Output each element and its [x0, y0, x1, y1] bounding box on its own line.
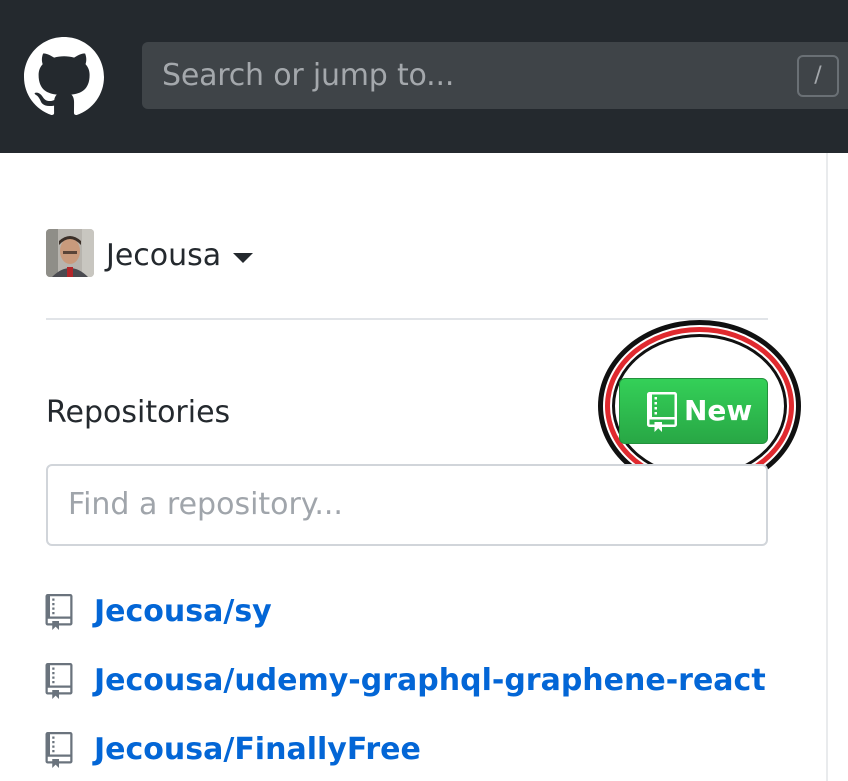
- divider: [46, 318, 768, 320]
- global-header: Search or jump to... /: [0, 0, 848, 153]
- find-repository-placeholder: Find a repository...: [68, 487, 343, 522]
- repositories-heading: Repositories: [46, 395, 231, 430]
- find-repository-input[interactable]: Find a repository...: [46, 464, 768, 546]
- github-octocat-icon[interactable]: [24, 37, 104, 117]
- new-repository-button[interactable]: New: [619, 378, 768, 444]
- search-input[interactable]: Search or jump to... /: [142, 42, 848, 109]
- repo-link[interactable]: Jecousa/udemy-graphql-graphene-react: [94, 660, 766, 702]
- search-placeholder: Search or jump to...: [162, 58, 455, 93]
- user-avatar[interactable]: [46, 229, 94, 277]
- repo-link[interactable]: Jecousa/FinallyFree: [94, 729, 421, 771]
- repo-book-icon: [647, 392, 677, 432]
- repo-link[interactable]: Jecousa/sy: [94, 591, 272, 633]
- repo-icon: [45, 663, 73, 699]
- repo-icon: [45, 594, 73, 630]
- chevron-down-icon[interactable]: [233, 253, 253, 263]
- user-name[interactable]: Jecousa: [106, 236, 221, 276]
- new-button-label: New: [684, 394, 753, 427]
- column-divider: [826, 153, 828, 781]
- repo-icon: [45, 732, 73, 768]
- search-shortcut-key: /: [797, 55, 839, 97]
